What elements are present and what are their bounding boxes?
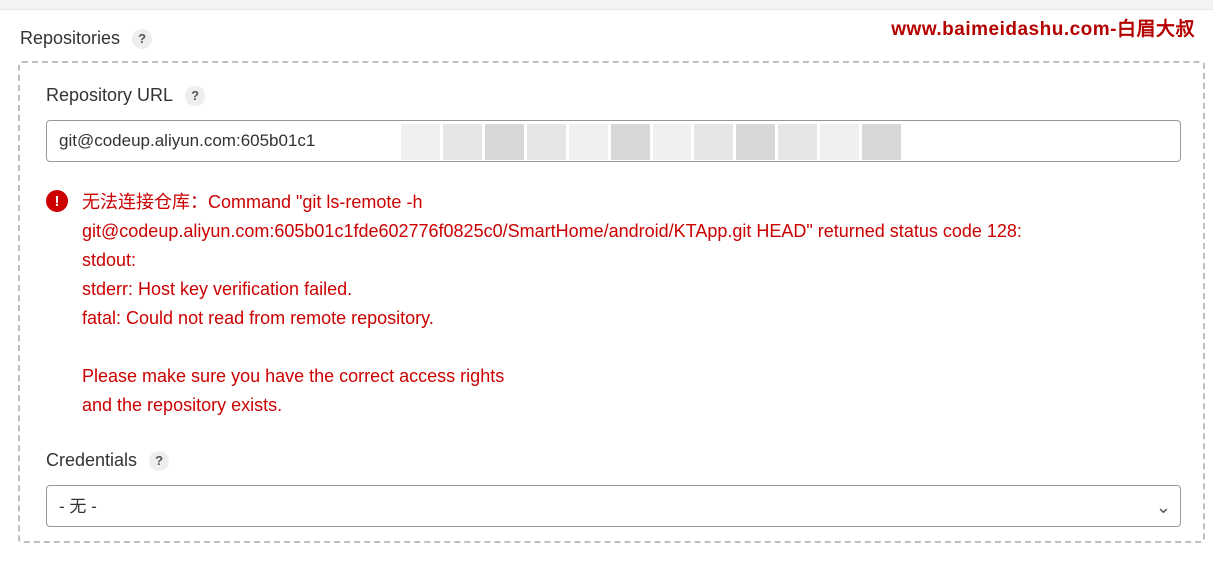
repository-url-label-text: Repository URL [46,85,173,106]
error-message-text: 无法连接仓库：Command "git ls-remote -h git@cod… [82,188,1022,420]
repositories-label-text: Repositories [20,28,120,49]
repository-url-input-wrap [46,120,1181,162]
credentials-label-text: Credentials [46,450,137,471]
repository-url-label: Repository URL ? [46,85,1181,106]
repository-config-panel: Repository URL ? ! 无法连接仓库：Command "git l… [18,61,1205,543]
credentials-label: Credentials ? [46,450,1181,471]
help-icon[interactable]: ? [149,451,169,471]
error-icon: ! [46,190,68,212]
credentials-block: Credentials ? - 无 - ⌄ [46,450,1181,527]
top-bar [0,0,1213,10]
credentials-select[interactable]: - 无 - [46,485,1181,527]
credentials-select-wrap: - 无 - ⌄ [46,485,1181,527]
error-message-row: ! 无法连接仓库：Command "git ls-remote -h git@c… [46,188,1181,420]
help-icon[interactable]: ? [185,86,205,106]
watermark-text: www.baimeidashu.com-白眉大叔 [891,14,1195,41]
help-icon[interactable]: ? [132,29,152,49]
repository-url-input[interactable] [46,120,1181,162]
